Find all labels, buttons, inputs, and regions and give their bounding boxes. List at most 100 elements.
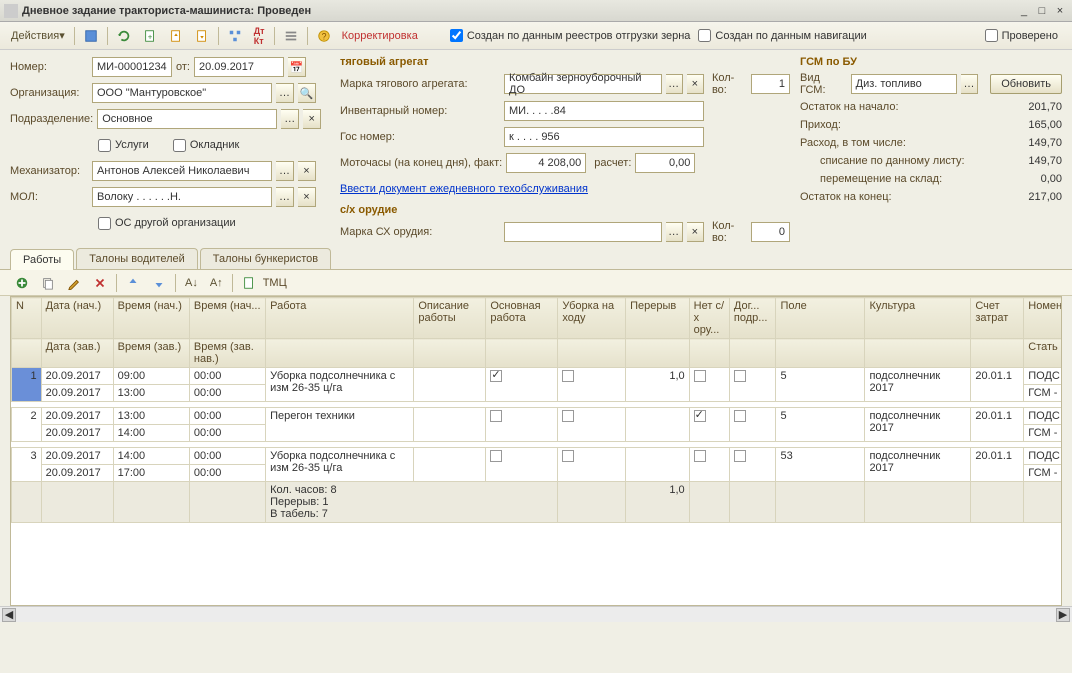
- marka-sh-input[interactable]: [504, 222, 662, 242]
- move-up-icon[interactable]: [121, 273, 145, 293]
- open-icon[interactable]: 🔍: [298, 83, 316, 103]
- col-header-2[interactable]: [776, 339, 865, 368]
- help-icon[interactable]: ?: [312, 26, 336, 46]
- copy-icon[interactable]: [36, 273, 60, 293]
- col-header-2[interactable]: Время (зав.): [113, 339, 189, 368]
- nomer-input[interactable]: МИ-00001234: [92, 57, 172, 77]
- mol-input[interactable]: Волоку . . . . . .Н.: [92, 187, 272, 207]
- checkbox-icon[interactable]: [562, 450, 574, 462]
- col-header-2[interactable]: [626, 339, 690, 368]
- table-row[interactable]: 320.09.201714:0000:00Уборка подсолнечник…: [12, 448, 1063, 465]
- col-header-2[interactable]: [865, 339, 971, 368]
- delete-icon[interactable]: [88, 273, 112, 293]
- kolvo-sh-input[interactable]: 0: [751, 222, 790, 242]
- checkbox-icon[interactable]: [734, 450, 746, 462]
- col-header-2[interactable]: [558, 339, 626, 368]
- col-header[interactable]: Время (нач...: [189, 298, 265, 339]
- structure-icon[interactable]: [223, 26, 247, 46]
- select-icon[interactable]: …: [276, 83, 294, 103]
- col-header[interactable]: N: [12, 298, 42, 339]
- close-button[interactable]: ×: [1052, 4, 1068, 18]
- moto-input[interactable]: 4 208,00: [506, 153, 586, 173]
- add-icon[interactable]: [10, 273, 34, 293]
- tmc-label[interactable]: ТМЦ: [263, 277, 287, 289]
- link-tehobsl[interactable]: Ввести документ ежедневного техобслужива…: [340, 183, 588, 195]
- col-header[interactable]: Описание работы: [414, 298, 486, 339]
- col-header-2[interactable]: [486, 339, 558, 368]
- chk-uslugi[interactable]: Услуги: [98, 139, 149, 152]
- mech-input[interactable]: Антонов Алексей Николаевич: [92, 161, 272, 181]
- col-header-2[interactable]: [414, 339, 486, 368]
- col-header[interactable]: Перерыв: [626, 298, 690, 339]
- doc-new-icon[interactable]: +: [138, 26, 162, 46]
- minimize-button[interactable]: _: [1016, 4, 1032, 18]
- dt-kt-icon[interactable]: ДтКт: [249, 26, 270, 46]
- checkbox-icon[interactable]: [490, 370, 502, 382]
- edit-icon[interactable]: [62, 273, 86, 293]
- date-input[interactable]: 20.09.2017: [194, 57, 284, 77]
- sort-desc-icon[interactable]: A↑: [205, 273, 228, 293]
- col-header-2[interactable]: Время (зав. нав.): [189, 339, 265, 368]
- checkbox-icon[interactable]: [562, 410, 574, 422]
- grid[interactable]: NДата (нач.)Время (нач.)Время (нач...Раб…: [10, 296, 1062, 606]
- table-row[interactable]: 120.09.201709:0000:00Уборка подсолнечник…: [12, 368, 1063, 385]
- col-header[interactable]: Дог... подр...: [729, 298, 776, 339]
- tab-raboty[interactable]: Работы: [10, 249, 74, 270]
- doc-down-icon[interactable]: [190, 26, 214, 46]
- tab-talony-vod[interactable]: Талоны водителей: [76, 248, 198, 269]
- h-scrollbar[interactable]: ◀ ▶: [0, 606, 1072, 622]
- kolvo-input[interactable]: 1: [751, 74, 790, 94]
- gos-input[interactable]: к . . . . 956: [504, 127, 704, 147]
- save-icon[interactable]: [79, 26, 103, 46]
- scroll-left-icon[interactable]: ◀: [2, 608, 16, 622]
- select-icon[interactable]: …: [666, 74, 683, 94]
- clear-icon[interactable]: ×: [303, 109, 321, 129]
- col-header[interactable]: Номен: [1024, 298, 1062, 339]
- marka-input[interactable]: Комбайн зерноуборочный ДО: [504, 74, 662, 94]
- chk-os-drugoy[interactable]: ОС другой организации: [98, 217, 236, 230]
- doc-icon[interactable]: [237, 273, 261, 293]
- checkbox-icon[interactable]: [562, 370, 574, 382]
- checkbox-icon[interactable]: [490, 410, 502, 422]
- vid-gsm-input[interactable]: Диз. топливо: [851, 74, 957, 94]
- select-icon[interactable]: …: [276, 187, 294, 207]
- clear-icon[interactable]: ×: [687, 222, 704, 242]
- podr-input[interactable]: Основное: [97, 109, 277, 129]
- clear-icon[interactable]: ×: [298, 161, 316, 181]
- org-input[interactable]: ООО "Мантуровское": [92, 83, 272, 103]
- col-header-2[interactable]: [729, 339, 776, 368]
- sort-asc-icon[interactable]: A↓: [180, 273, 203, 293]
- col-header-2[interactable]: Стать: [1024, 339, 1062, 368]
- col-header[interactable]: Основная работа: [486, 298, 558, 339]
- checkbox-icon[interactable]: [490, 450, 502, 462]
- col-header[interactable]: Время (нач.): [113, 298, 189, 339]
- move-down-icon[interactable]: [147, 273, 171, 293]
- tab-talony-bunk[interactable]: Талоны бункеристов: [200, 248, 331, 269]
- col-header-2[interactable]: [689, 339, 729, 368]
- select-icon[interactable]: …: [961, 74, 978, 94]
- checkbox-icon[interactable]: [734, 370, 746, 382]
- col-header[interactable]: Поле: [776, 298, 865, 339]
- scroll-right-icon[interactable]: ▶: [1056, 608, 1070, 622]
- col-header[interactable]: Уборка на ходу: [558, 298, 626, 339]
- checkbox-icon[interactable]: [694, 450, 706, 462]
- col-header-2[interactable]: Дата (зав.): [41, 339, 113, 368]
- inv-input[interactable]: МИ. . . . .84: [504, 101, 704, 121]
- list-icon[interactable]: [279, 26, 303, 46]
- col-header[interactable]: Культура: [865, 298, 971, 339]
- col-header-2[interactable]: [12, 339, 42, 368]
- checkbox-icon[interactable]: [734, 410, 746, 422]
- checkbox-icon[interactable]: [694, 370, 706, 382]
- table-row[interactable]: 220.09.201713:0000:00Перегон техники5под…: [12, 408, 1063, 425]
- chk-reestr[interactable]: Создан по данным реестров отгрузки зерна: [450, 29, 691, 42]
- chk-provereno[interactable]: Проверено: [985, 29, 1058, 42]
- clear-icon[interactable]: ×: [298, 187, 316, 207]
- calendar-icon[interactable]: 📅: [288, 57, 306, 77]
- select-icon[interactable]: …: [666, 222, 683, 242]
- select-icon[interactable]: …: [276, 161, 294, 181]
- refresh-icon[interactable]: [112, 26, 136, 46]
- select-icon[interactable]: …: [281, 109, 299, 129]
- clear-icon[interactable]: ×: [687, 74, 704, 94]
- maximize-button[interactable]: □: [1034, 4, 1050, 18]
- doc-up-icon[interactable]: [164, 26, 188, 46]
